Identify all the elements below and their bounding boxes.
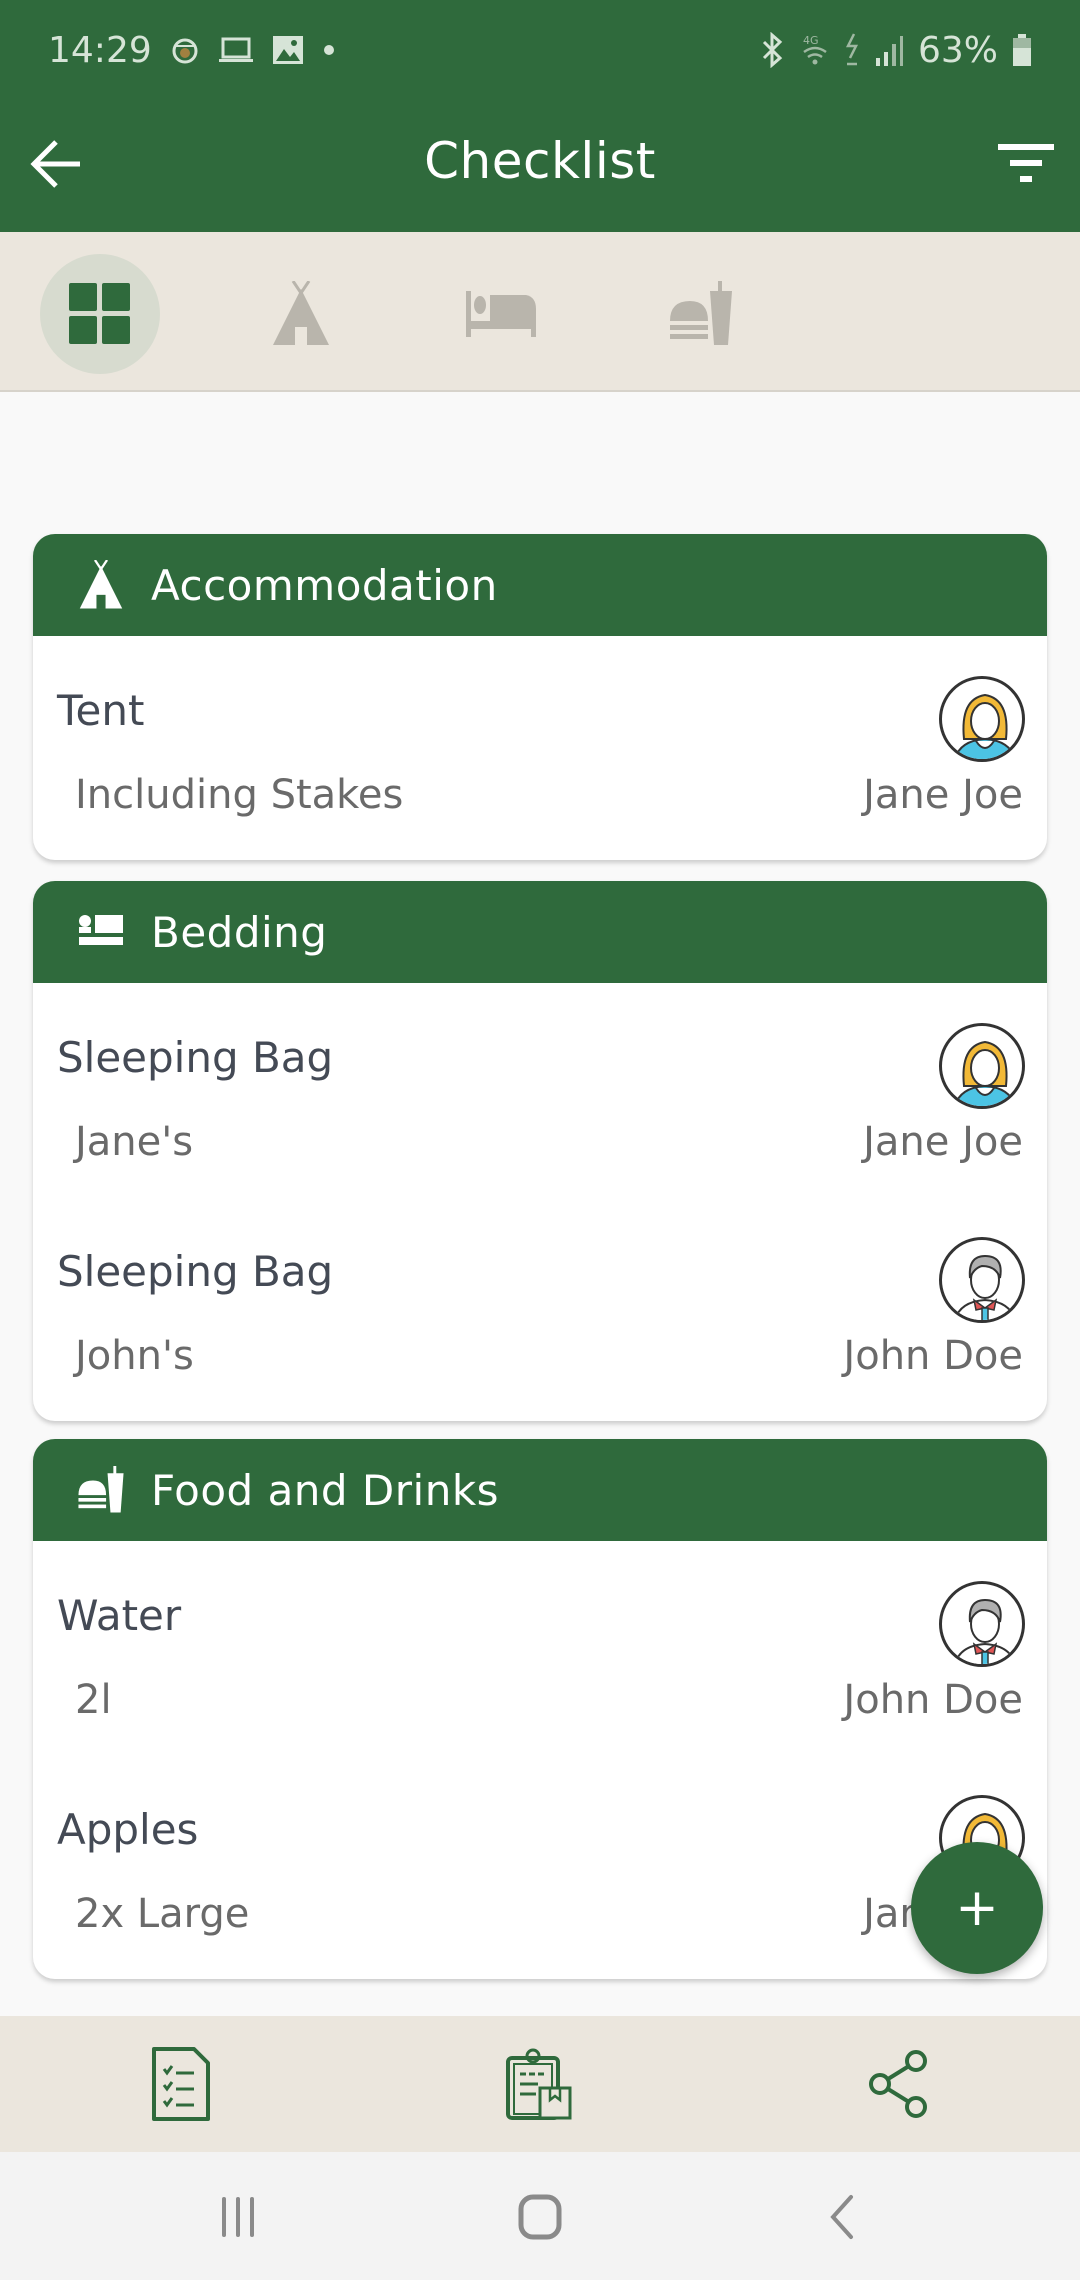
checklist-item[interactable]: Sleeping Bag John's John Doe <box>33 1197 1047 1411</box>
recent-apps-button[interactable] <box>193 2182 283 2252</box>
wifi-4g-icon: 4G <box>800 32 830 68</box>
system-navigation-bar <box>0 2152 1080 2280</box>
filter-button[interactable] <box>990 128 1062 200</box>
share-icon <box>869 2050 927 2118</box>
image-icon <box>272 35 304 65</box>
arrow-left-icon <box>30 140 80 188</box>
back-button[interactable] <box>20 128 92 200</box>
category-card: Bedding Sleeping Bag Jane's Jane Joe Sleepin… <box>33 881 1047 1421</box>
checklist-item[interactable]: Apples2x LargeJane Joe <box>33 1755 1047 1969</box>
tent-icon <box>273 281 329 345</box>
card-bottom-padding <box>33 1411 1047 1421</box>
checklist-content: Accommodation Tent Including Stakes Jane Jo… <box>0 394 1080 2014</box>
category-title: Bedding <box>151 907 328 957</box>
plus-icon: + <box>955 1878 999 1938</box>
female-avatar-icon[interactable] <box>939 676 1025 762</box>
grid-icon <box>69 283 130 344</box>
app-root: 14:29 4G 63% Checklist Accommodation Ten… <box>0 0 1080 2280</box>
data-transfer-icon <box>844 32 860 68</box>
food-icon <box>670 281 732 345</box>
item-name: Sleeping Bag <box>57 1247 334 1296</box>
battery-icon <box>1012 32 1032 68</box>
filter-icon <box>998 144 1054 182</box>
status-time: 14:29 <box>48 29 152 71</box>
bed-icon <box>466 291 536 337</box>
assigned-person: Jane Joe <box>863 1119 1023 1165</box>
female-avatar-icon[interactable] <box>939 1023 1025 1109</box>
card-bottom-padding <box>33 850 1047 860</box>
item-name: Tent <box>57 686 145 735</box>
food-icon <box>73 1462 129 1518</box>
checklist-item[interactable]: Tent Including Stakes Jane Joe <box>33 636 1047 850</box>
item-note: Jane's <box>75 1119 194 1165</box>
bottom-action-bar <box>0 2016 1080 2152</box>
item-note: 2l <box>75 1677 112 1723</box>
category-tabs <box>0 232 1080 392</box>
chevron-left-icon <box>830 2195 853 2239</box>
male-avatar-icon[interactable] <box>939 1237 1025 1323</box>
bed-icon <box>73 904 129 960</box>
notification-dot-icon <box>322 43 336 57</box>
tab-all[interactable] <box>40 254 160 374</box>
category-header[interactable]: Accommodation <box>33 534 1047 636</box>
category-title: Food and Drinks <box>151 1465 500 1515</box>
status-bar: 14:29 4G 63% <box>0 0 1080 100</box>
tab-bedding[interactable] <box>441 254 561 374</box>
battery-percent: 63% <box>917 29 998 71</box>
laptop-icon <box>218 35 254 65</box>
tab-food[interactable] <box>641 254 761 374</box>
add-item-button[interactable]: + <box>911 1842 1043 1974</box>
bluetooth-icon <box>760 32 786 68</box>
app-bar: Checklist <box>0 100 1080 232</box>
checklist-item[interactable]: Sleeping Bag Jane's Jane Joe <box>33 983 1047 1197</box>
packing-list-button[interactable] <box>490 2036 590 2132</box>
category-card: Food and Drinks Water 2l John Doe Apples 2x L… <box>33 1439 1047 1979</box>
category-header[interactable]: Bedding <box>33 881 1047 983</box>
card-bottom-padding <box>33 1969 1047 1979</box>
app-notification-icon <box>170 35 200 65</box>
svg-text:4G: 4G <box>803 34 819 47</box>
male-avatar-icon[interactable] <box>939 1581 1025 1667</box>
checklist-item[interactable]: Water 2l John Doe <box>33 1541 1047 1755</box>
item-note: Including Stakes <box>75 772 404 818</box>
system-back-button[interactable] <box>797 2182 887 2252</box>
item-note: John's <box>75 1333 194 1379</box>
item-note: 2x Large <box>75 1891 250 1937</box>
item-name: Sleeping Bag <box>57 1033 334 1082</box>
page-title: Checklist <box>424 132 656 190</box>
share-button[interactable] <box>850 2036 950 2132</box>
assigned-person: Jane Joe <box>863 772 1023 818</box>
assigned-person: John Doe <box>843 1333 1023 1379</box>
assigned-person: John Doe <box>843 1677 1023 1723</box>
signal-icon <box>874 32 904 68</box>
recent-apps-icon <box>222 2197 254 2237</box>
home-button[interactable] <box>495 2182 585 2252</box>
item-name: Water <box>57 1591 182 1640</box>
category-title: Accommodation <box>151 560 498 610</box>
category-header[interactable]: Food and Drinks <box>33 1439 1047 1541</box>
home-icon <box>518 2194 562 2240</box>
tab-accommodation[interactable] <box>241 254 361 374</box>
category-card: Accommodation Tent Including Stakes Jane Jo… <box>33 534 1047 860</box>
checklist-button[interactable] <box>130 2036 230 2132</box>
checklist-icon <box>152 2047 210 2121</box>
item-name: Apples <box>57 1805 199 1854</box>
clipboard-package-icon <box>506 2048 572 2120</box>
tent-icon <box>73 557 129 613</box>
